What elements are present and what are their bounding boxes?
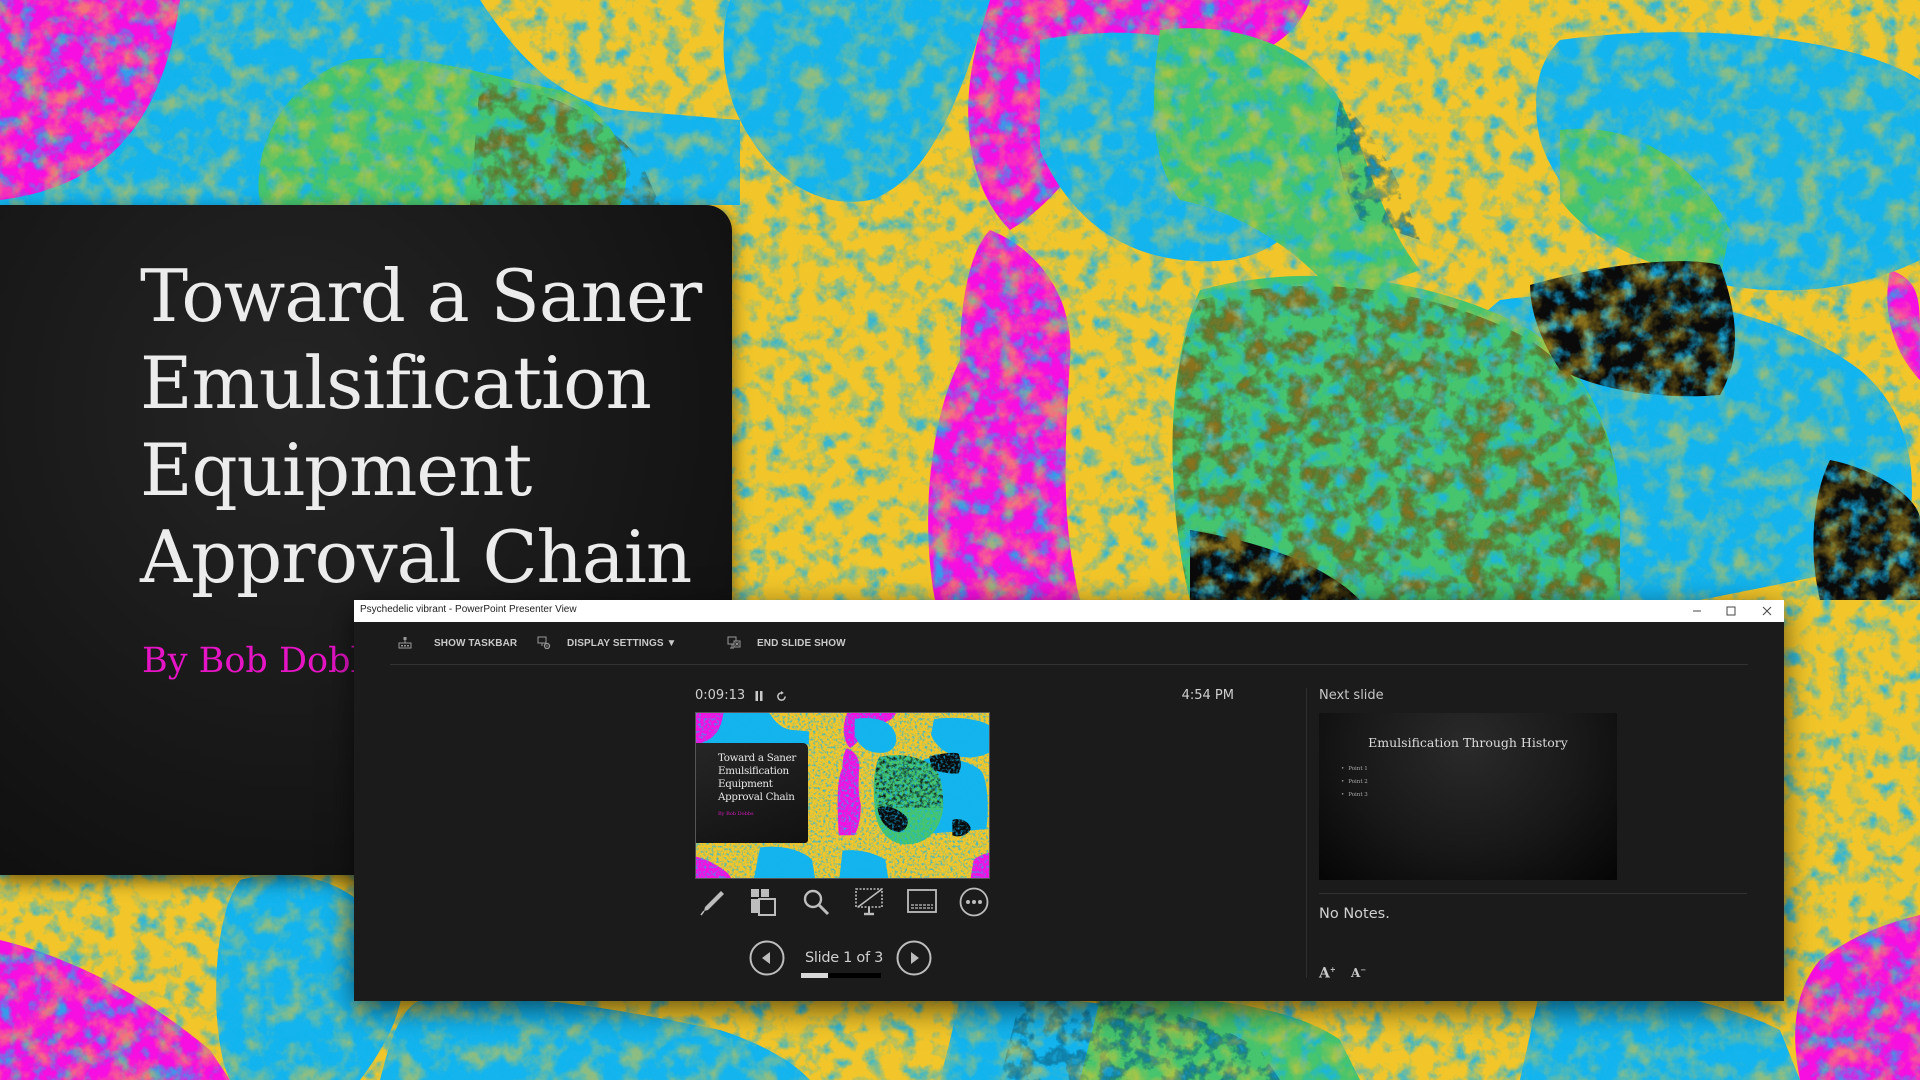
current-slide-title-card: Toward a Saner Emulsification Equipment … — [696, 743, 808, 843]
more-options-icon — [959, 887, 989, 917]
minus-superscript: − — [1360, 965, 1367, 974]
slide-title-line: Emulsification — [140, 341, 652, 425]
slide-counter[interactable]: Slide 1 of 3 — [801, 950, 887, 966]
end-slide-show-button[interactable]: END SLIDE SHOW — [727, 634, 846, 652]
presenter-toolbar: SHOW TASKBAR DISPLAY SETTINGS ▼ END SLID… — [390, 622, 1748, 665]
display-settings-icon — [537, 636, 551, 650]
minimize-button[interactable] — [1680, 600, 1714, 622]
decrease-font-icon: A — [1351, 966, 1361, 980]
see-all-slides-icon — [751, 889, 776, 916]
current-slide-preview[interactable]: Toward a Saner Emulsification Equipment … — [695, 712, 990, 879]
pen-icon — [700, 891, 724, 916]
previous-arrow-icon — [749, 940, 785, 976]
slide-title-line: Approval Chain — [140, 515, 692, 599]
pane-divider[interactable] — [1306, 688, 1307, 978]
slide-title-line: Toward a Saner — [140, 254, 702, 338]
taskbar-icon — [398, 636, 412, 650]
next-slide-title: Emulsification Through History — [1368, 735, 1568, 750]
increase-font-icon: A — [1319, 965, 1330, 982]
next-arrow-icon — [896, 940, 932, 976]
slide-progress-bar — [801, 973, 881, 978]
increase-font-button[interactable]: A+ — [1319, 965, 1336, 982]
decrease-font-button[interactable]: A− — [1351, 965, 1366, 980]
black-screen-icon — [855, 888, 883, 916]
end-slide-show-icon — [727, 636, 741, 650]
close-button[interactable] — [1750, 600, 1784, 622]
black-screen-button[interactable] — [852, 885, 886, 919]
current-slide-title-line: Equipment — [718, 778, 773, 790]
current-slide-title-line: Toward a Saner — [718, 752, 797, 764]
slide-title-line: Equipment — [140, 428, 532, 512]
display-settings-label: DISPLAY SETTINGS ▼ — [567, 637, 677, 649]
previous-slide-button[interactable] — [749, 940, 785, 976]
subtitles-icon — [907, 889, 937, 913]
slide-progress-fill — [801, 973, 828, 978]
maximize-icon — [1726, 606, 1736, 616]
window-titlebar[interactable]: Psychedelic vibrant - PowerPoint Present… — [354, 600, 1784, 622]
minimize-icon — [1693, 610, 1701, 612]
end-slide-show-label: END SLIDE SHOW — [757, 637, 846, 649]
reset-icon — [776, 690, 786, 701]
next-slide-bullet: Point 1 — [1341, 763, 1368, 776]
more-options-button[interactable] — [957, 885, 991, 919]
maximize-button[interactable] — [1714, 600, 1748, 622]
elapsed-timer: 0:09:13 — [695, 688, 746, 703]
reset-timer-button[interactable] — [774, 688, 788, 704]
pause-icon — [755, 691, 763, 701]
pen-tool-button[interactable] — [695, 885, 729, 919]
current-slide-title-line: Emulsification — [718, 765, 789, 777]
current-time: 4:54 PM — [1181, 688, 1234, 703]
presenter-tools — [695, 885, 995, 919]
current-slide-title: Toward a Saner Emulsification Equipment … — [718, 752, 796, 804]
notes-divider — [1319, 893, 1747, 894]
current-slide-byline: By Bob Dobbs — [718, 811, 754, 817]
next-slide-bullets: Point 1 Point 2 Point 3 — [1341, 763, 1368, 802]
speaker-notes[interactable]: No Notes. — [1319, 906, 1390, 922]
pause-timer-button[interactable] — [752, 688, 766, 704]
window-title: Psychedelic vibrant - PowerPoint Present… — [360, 604, 577, 615]
next-slide-bullet: Point 2 — [1341, 776, 1368, 789]
zoom-tool-button[interactable] — [799, 885, 833, 919]
zoom-icon — [803, 889, 830, 916]
next-slide-button[interactable] — [896, 940, 932, 976]
next-slide-preview[interactable]: Emulsification Through History Point 1 P… — [1319, 713, 1617, 880]
subtitles-button[interactable] — [905, 885, 939, 919]
see-all-slides-button[interactable] — [747, 885, 781, 919]
close-icon — [1762, 606, 1772, 616]
next-slide-bullet: Point 3 — [1341, 789, 1368, 802]
display-settings-button[interactable]: DISPLAY SETTINGS ▼ — [537, 634, 677, 652]
next-slide-label: Next slide — [1319, 688, 1384, 703]
current-slide-title-line: Approval Chain — [718, 791, 795, 803]
slide-title: Toward a Saner Emulsification Equipment … — [140, 253, 720, 601]
show-taskbar-button[interactable]: SHOW TASKBAR — [398, 634, 517, 652]
plus-superscript: + — [1329, 965, 1336, 974]
presenter-view-window: Psychedelic vibrant - PowerPoint Present… — [354, 600, 1784, 1001]
show-taskbar-label: SHOW TASKBAR — [434, 637, 518, 649]
